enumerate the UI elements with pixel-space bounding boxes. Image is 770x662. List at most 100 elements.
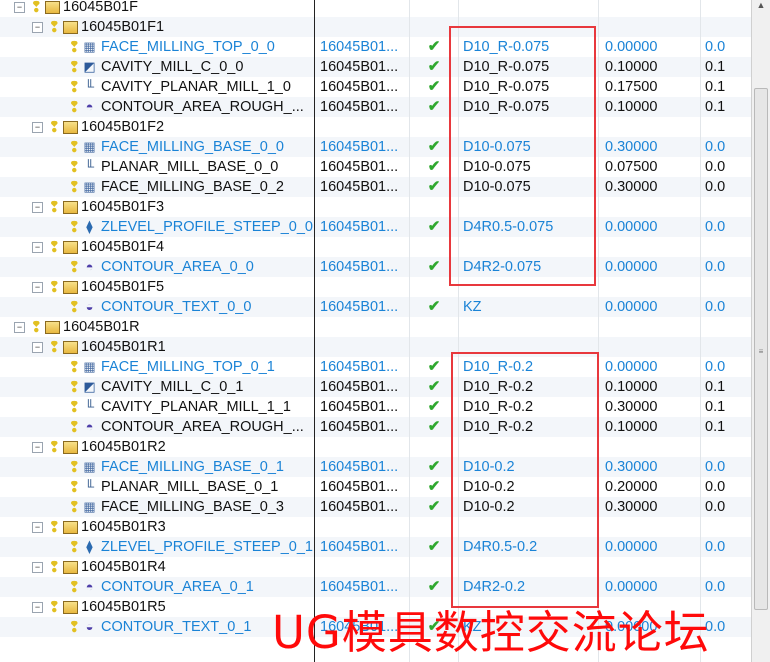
- scrollbar-grip-icon: ≡: [758, 347, 764, 356]
- name-cell[interactable]: ❢ ▦ FACE_MILLING_BASE_0_1: [0, 457, 314, 477]
- status-pin-icon: ❢: [48, 599, 61, 616]
- stock-cell: 0.30000: [605, 139, 658, 155]
- name-cell[interactable]: − ❢ 16045B01F3: [0, 197, 314, 217]
- program-group-icon: [63, 281, 78, 294]
- floor-stock-cell: 0.0: [705, 579, 726, 595]
- operation-row[interactable]: ❢ ◩ CAVITY_MILL_C_0_0 16045B01... ✔ D10_R-0.0…: [0, 57, 752, 77]
- name-cell[interactable]: ❢ ◓ CONTOUR_AREA_0_1: [0, 577, 314, 597]
- operation-row[interactable]: ❢ ⧫ ZLEVEL_PROFILE_STEEP_0_1 16045B01... ✔ D4…: [0, 537, 752, 557]
- operation-name: PLANAR_MILL_BASE_0_1: [101, 479, 279, 495]
- collapse-toggle-icon[interactable]: −: [14, 2, 25, 13]
- operation-row[interactable]: ❢ ▦ FACE_MILLING_TOP_0_1 16045B01... ✔ D10_R-…: [0, 357, 752, 377]
- name-cell[interactable]: − ❢ 16045B01R: [0, 317, 314, 337]
- group-row[interactable]: − ❢ 16045B01F1: [0, 17, 752, 37]
- program-group-icon: [63, 561, 78, 574]
- name-cell[interactable]: ❢ ◒ CONTOUR_TEXT_0_0: [0, 297, 314, 317]
- operation-row[interactable]: ❢ ▦ FACE_MILLING_BASE_0_1 16045B01... ✔ D10-0…: [0, 457, 752, 477]
- face-milling-icon: ▦: [83, 179, 96, 194]
- collapse-toggle-icon[interactable]: −: [32, 282, 43, 293]
- name-cell[interactable]: − ❢ 16045B01F2: [0, 117, 314, 137]
- floor-stock-cell: 0.0: [705, 299, 726, 315]
- name-cell[interactable]: ❢ ◓ CONTOUR_AREA_ROUGH_...: [0, 417, 314, 437]
- status-pin-icon: ❢: [48, 119, 61, 136]
- name-cell[interactable]: ❢ ▦ FACE_MILLING_TOP_0_1: [0, 357, 314, 377]
- operation-row[interactable]: ❢ ▦ FACE_MILLING_BASE_0_2 16045B01... ✔ D10-0…: [0, 177, 752, 197]
- group-row[interactable]: − ❢ 16045B01F3: [0, 197, 752, 217]
- floor-stock-cell: 0.0: [705, 159, 726, 175]
- face-milling-icon: ▦: [83, 499, 96, 514]
- group-row[interactable]: − ❢ 16045B01R2: [0, 437, 752, 457]
- collapse-toggle-icon[interactable]: −: [32, 242, 43, 253]
- collapse-toggle-icon[interactable]: −: [32, 22, 43, 33]
- name-cell[interactable]: ❢ ▦ FACE_MILLING_BASE_0_3: [0, 497, 314, 517]
- collapse-toggle-icon[interactable]: −: [32, 342, 43, 353]
- name-cell[interactable]: − ❢ 16045B01F: [0, 0, 314, 17]
- operation-name: FACE_MILLING_BASE_0_0: [101, 139, 284, 155]
- operation-row[interactable]: ❢ ▦ FACE_MILLING_TOP_0_0 16045B01... ✔ D10_R-…: [0, 37, 752, 57]
- name-cell[interactable]: − ❢ 16045B01R1: [0, 337, 314, 357]
- operation-row[interactable]: ❢ ◓ CONTOUR_AREA_ROUGH_... 16045B01... ✔ D10_…: [0, 97, 752, 117]
- name-cell[interactable]: − ❢ 16045B01R5: [0, 597, 314, 617]
- name-cell[interactable]: − ❢ 16045B01R4: [0, 557, 314, 577]
- name-cell[interactable]: ❢ ╙ CAVITY_PLANAR_MILL_1_1: [0, 397, 314, 417]
- name-cell[interactable]: ❢ ▦ FACE_MILLING_BASE_0_2: [0, 177, 314, 197]
- group-row[interactable]: − ❢ 16045B01R1: [0, 337, 752, 357]
- name-cell[interactable]: ❢ ╙ PLANAR_MILL_BASE_0_0: [0, 157, 314, 177]
- group-row[interactable]: − ❢ 16045B01R: [0, 317, 752, 337]
- name-cell[interactable]: ❢ ⧫ ZLEVEL_PROFILE_STEEP_0_0: [0, 217, 314, 237]
- operation-name: CONTOUR_AREA_0_1: [101, 579, 254, 595]
- name-cell[interactable]: − ❢ 16045B01F4: [0, 237, 314, 257]
- name-cell[interactable]: ❢ ◩ CAVITY_MILL_C_0_1: [0, 377, 314, 397]
- name-cell[interactable]: − ❢ 16045B01R3: [0, 517, 314, 537]
- name-cell[interactable]: ❢ ◓ CONTOUR_AREA_0_0: [0, 257, 314, 277]
- collapse-toggle-icon[interactable]: −: [32, 522, 43, 533]
- vertical-scrollbar[interactable]: ▲ ≡: [751, 0, 770, 662]
- operation-row[interactable]: ❢ ◒ CONTOUR_TEXT_0_0 16045B01... ✔ KZ 0.00000 0…: [0, 297, 752, 317]
- name-cell[interactable]: ❢ ⧫ ZLEVEL_PROFILE_STEEP_0_1: [0, 537, 314, 557]
- group-row[interactable]: − ❢ 16045B01F5: [0, 277, 752, 297]
- operation-row[interactable]: ❢ ▦ FACE_MILLING_BASE_0_3 16045B01... ✔ D10-0…: [0, 497, 752, 517]
- group-row[interactable]: − ❢ 16045B01R3: [0, 517, 752, 537]
- operation-row[interactable]: ❢ ╙ CAVITY_PLANAR_MILL_1_0 16045B01... ✔ D10_…: [0, 77, 752, 97]
- program-cell: 16045B01...: [320, 99, 399, 115]
- operation-row[interactable]: ❢ ◓ CONTOUR_AREA_ROUGH_... 16045B01... ✔ D10_…: [0, 417, 752, 437]
- name-cell[interactable]: ❢ ◩ CAVITY_MILL_C_0_0: [0, 57, 314, 77]
- group-row[interactable]: − ❢ 16045B01F2: [0, 117, 752, 137]
- scroll-up-arrow-icon[interactable]: ▲: [752, 0, 770, 16]
- column-divider: [409, 0, 410, 662]
- status-pin-icon: ❢: [68, 579, 81, 596]
- stock-cell: 0.10000: [605, 99, 658, 115]
- name-cell[interactable]: − ❢ 16045B01F1: [0, 17, 314, 37]
- group-name: 16045B01R4: [81, 559, 166, 575]
- name-cell[interactable]: − ❢ 16045B01F5: [0, 277, 314, 297]
- name-cell[interactable]: ❢ ▦ FACE_MILLING_TOP_0_0: [0, 37, 314, 57]
- group-row[interactable]: − ❢ 16045B01F4: [0, 237, 752, 257]
- operation-name: PLANAR_MILL_BASE_0_0: [101, 159, 279, 175]
- floor-stock-cell: 0.1: [705, 399, 726, 415]
- name-cell[interactable]: ❢ ╙ PLANAR_MILL_BASE_0_1: [0, 477, 314, 497]
- name-cell[interactable]: − ❢ 16045B01R2: [0, 437, 314, 457]
- collapse-toggle-icon[interactable]: −: [32, 602, 43, 613]
- status-pin-icon: ❢: [48, 279, 61, 296]
- operation-row[interactable]: ❢ ◓ CONTOUR_AREA_0_1 16045B01... ✔ D4R2-0.2 0.…: [0, 577, 752, 597]
- name-cell[interactable]: ❢ ◓ CONTOUR_AREA_ROUGH_...: [0, 97, 314, 117]
- operation-row[interactable]: ❢ ⧫ ZLEVEL_PROFILE_STEEP_0_0 16045B01... ✔ D4…: [0, 217, 752, 237]
- collapse-toggle-icon[interactable]: −: [14, 322, 25, 333]
- group-row[interactable]: − ❢ 16045B01F: [0, 0, 752, 17]
- operation-row[interactable]: ❢ ◩ CAVITY_MILL_C_0_1 16045B01... ✔ D10_R-0.2…: [0, 377, 752, 397]
- operation-row[interactable]: ❢ ╙ PLANAR_MILL_BASE_0_0 16045B01... ✔ D10-0.…: [0, 157, 752, 177]
- group-row[interactable]: − ❢ 16045B01R4: [0, 557, 752, 577]
- collapse-toggle-icon[interactable]: −: [32, 562, 43, 573]
- name-cell[interactable]: ❢ ╙ CAVITY_PLANAR_MILL_1_0: [0, 77, 314, 97]
- operation-row[interactable]: ❢ ╙ CAVITY_PLANAR_MILL_1_1 16045B01... ✔ D10_…: [0, 397, 752, 417]
- name-cell[interactable]: ❢ ◒ CONTOUR_TEXT_0_1: [0, 617, 314, 637]
- collapse-toggle-icon[interactable]: −: [32, 442, 43, 453]
- operation-row[interactable]: ❢ ◓ CONTOUR_AREA_0_0 16045B01... ✔ D4R2-0.075…: [0, 257, 752, 277]
- floor-stock-cell: 0.0: [705, 219, 726, 235]
- collapse-toggle-icon[interactable]: −: [32, 202, 43, 213]
- operation-row[interactable]: ❢ ▦ FACE_MILLING_BASE_0_0 16045B01... ✔ D10-0…: [0, 137, 752, 157]
- status-pin-icon: ❢: [68, 39, 81, 56]
- name-cell[interactable]: ❢ ▦ FACE_MILLING_BASE_0_0: [0, 137, 314, 157]
- operation-row[interactable]: ❢ ╙ PLANAR_MILL_BASE_0_1 16045B01... ✔ D10-0.…: [0, 477, 752, 497]
- collapse-toggle-icon[interactable]: −: [32, 122, 43, 133]
